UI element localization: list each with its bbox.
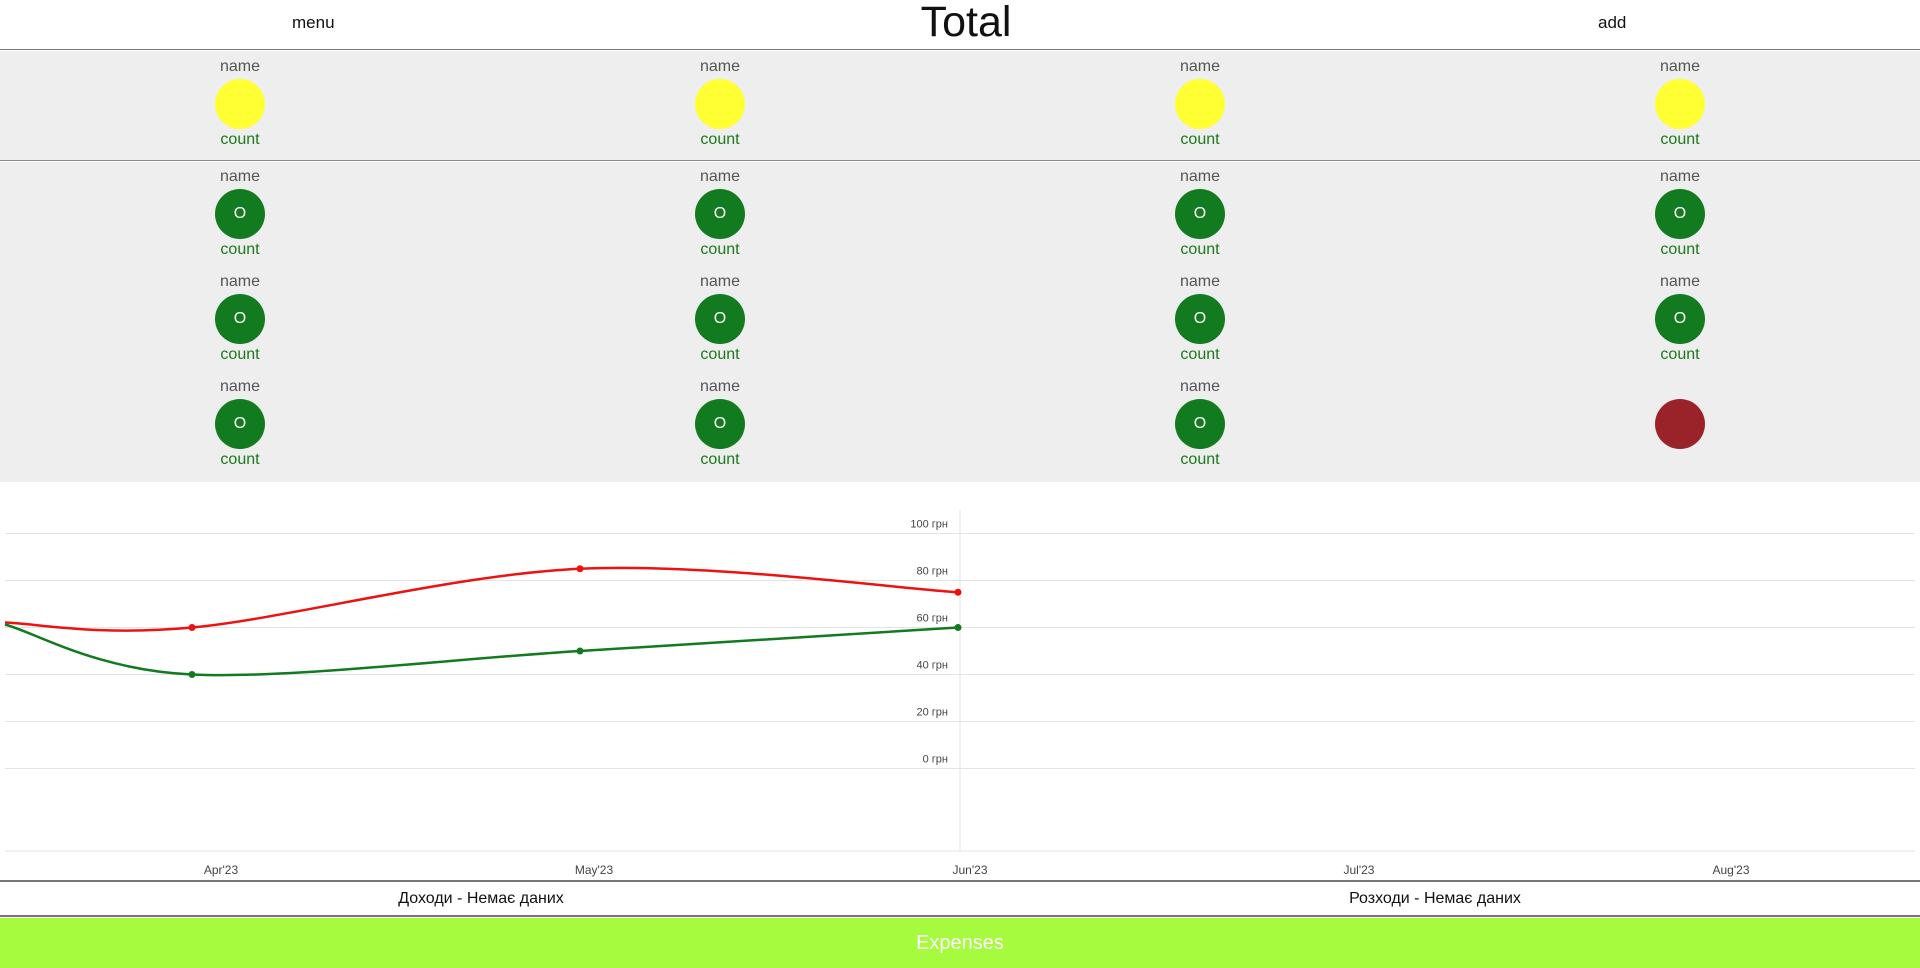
categories-circle-icon[interactable]: O xyxy=(695,399,745,449)
categories-count: count xyxy=(1660,241,1700,258)
data-point xyxy=(576,565,584,573)
categories-circle-icon[interactable]: O xyxy=(1175,399,1225,449)
categories-tile xyxy=(1600,377,1760,470)
data-point xyxy=(188,624,196,631)
y-tick-label: 100 грн xyxy=(910,519,948,531)
categories-count: count xyxy=(700,451,740,468)
y-tick-label: 60 грн xyxy=(917,613,949,625)
x-tick-label: Jun'23 xyxy=(953,863,988,877)
categories-tile: name Ocount xyxy=(1120,377,1280,470)
accounts-count: count xyxy=(1180,131,1220,148)
data-point xyxy=(576,647,584,655)
categories-count: count xyxy=(220,241,260,258)
accounts-name: name xyxy=(219,58,261,75)
categories-name: name xyxy=(1179,168,1221,185)
chart-svg: 0 грн 20 грн 40 грн 60 грн 80 грн 100 грн Apr'… xyxy=(4,510,1915,877)
accounts-name: name xyxy=(1659,58,1701,75)
top-bar: menu Total add xyxy=(0,0,1920,50)
categories-name: name xyxy=(1179,378,1221,395)
categories-circle-icon[interactable]: O xyxy=(215,399,265,449)
categories-section: name Ocount name Ocount name Ocount name Ocount… xyxy=(0,162,1920,482)
expenses-summary: Розходи - Немає даних xyxy=(1349,890,1521,907)
categories-name: name xyxy=(1179,273,1221,290)
categories-circle-icon[interactable]: O xyxy=(215,294,265,344)
categories-tile: name Ocount xyxy=(1600,272,1760,365)
categories-tile: name Ocount xyxy=(160,167,320,260)
categories-name: name xyxy=(219,168,261,185)
categories-name: name xyxy=(699,273,741,290)
balance-chart: 0 грн 20 грн 40 грн 60 грн 80 грн 100 грн Apr'… xyxy=(0,482,1920,882)
accounts-tile: name count xyxy=(1600,57,1760,150)
categories-count xyxy=(1600,450,1760,470)
categories-name: name xyxy=(1659,168,1701,185)
accounts-section: name count name count name count name count xyxy=(0,51,1920,161)
categories-count: count xyxy=(220,451,260,468)
categories-tile: name Ocount xyxy=(640,272,800,365)
categories-circle-icon[interactable]: O xyxy=(1175,189,1225,239)
accounts-circle-icon[interactable] xyxy=(215,79,265,129)
accounts-name: name xyxy=(1179,58,1221,75)
accounts-circle-icon[interactable] xyxy=(1655,79,1705,129)
accounts-name: name xyxy=(699,58,741,75)
accounts-circle-icon[interactable] xyxy=(695,79,745,129)
series-line xyxy=(4,623,959,677)
categories-name: name xyxy=(699,378,741,395)
accounts-count: count xyxy=(700,131,740,148)
income-summary: Доходи - Немає даних xyxy=(398,890,564,907)
categories-tile: name Ocount xyxy=(1600,167,1760,260)
categories-circle-icon[interactable]: O xyxy=(1175,294,1225,344)
categories-circle-icon[interactable]: O xyxy=(215,189,265,239)
categories-count: count xyxy=(1180,346,1220,363)
summary-bar: Доходи - Немає даних Розходи - Немає дан… xyxy=(0,880,1920,917)
accounts-circle-icon[interactable] xyxy=(1175,79,1225,129)
accounts-count: count xyxy=(1660,131,1700,148)
y-tick-label: 20 грн xyxy=(917,707,949,719)
categories-tile: name Ocount xyxy=(160,272,320,365)
y-tick-label: 80 грн xyxy=(917,566,949,578)
categories-name: name xyxy=(1659,273,1701,290)
add-button[interactable]: add xyxy=(1598,13,1626,33)
categories-count: count xyxy=(1180,241,1220,258)
categories-circle-icon[interactable]: O xyxy=(1655,189,1705,239)
accounts-tile: name count xyxy=(640,57,800,150)
data-point xyxy=(954,624,962,631)
categories-count: count xyxy=(700,241,740,258)
accounts-count: count xyxy=(220,131,260,148)
data-point xyxy=(954,588,962,596)
categories-tile: name Ocount xyxy=(1120,167,1280,260)
categories-name: name xyxy=(219,273,261,290)
categories-circle-icon[interactable]: O xyxy=(1655,294,1705,344)
accounts-tile: name count xyxy=(1120,57,1280,150)
categories-tile: name Ocount xyxy=(640,167,800,260)
x-tick-label: Aug'23 xyxy=(1713,863,1750,877)
categories-tile: name Ocount xyxy=(640,377,800,470)
categories-count: count xyxy=(220,346,260,363)
x-tick-label: May'23 xyxy=(575,863,614,877)
x-tick-label: Apr'23 xyxy=(204,863,239,877)
categories-name: name xyxy=(219,378,261,395)
series-line xyxy=(4,566,959,632)
categories-count: count xyxy=(1660,346,1700,363)
accounts-tile: name count xyxy=(160,57,320,150)
categories-circle-icon[interactable]: O xyxy=(695,294,745,344)
categories-circle-icon[interactable] xyxy=(1655,399,1705,449)
data-point xyxy=(188,671,196,678)
categories-circle-icon[interactable]: O xyxy=(695,189,745,239)
y-tick-label: 0 грн xyxy=(923,754,948,766)
y-tick-label: 40 грн xyxy=(917,660,949,672)
categories-tile: name Ocount xyxy=(1120,272,1280,365)
page-title: Total xyxy=(920,0,1012,46)
categories-name xyxy=(1600,377,1760,397)
x-tick-label: Jul'23 xyxy=(1344,863,1375,877)
categories-name: name xyxy=(699,168,741,185)
expenses-button[interactable]: Expenses xyxy=(0,918,1920,968)
categories-tile: name Ocount xyxy=(160,377,320,470)
categories-count: count xyxy=(700,346,740,363)
categories-count: count xyxy=(1180,451,1220,468)
